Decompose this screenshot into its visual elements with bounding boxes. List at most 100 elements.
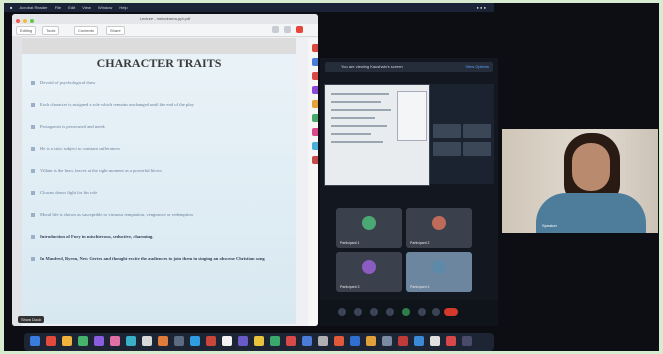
- dock-app-icon[interactable]: [190, 336, 200, 346]
- dock-app-icon[interactable]: [78, 336, 88, 346]
- dock-app-icon[interactable]: [398, 336, 408, 346]
- comment-icon[interactable]: [312, 86, 318, 94]
- mute-icon[interactable]: [338, 308, 346, 316]
- participant-name: Participant 2: [410, 241, 430, 245]
- dock-app-icon[interactable]: [254, 336, 264, 346]
- dock-tooltip: Show Dock: [18, 316, 45, 323]
- edit-pdf-icon[interactable]: [312, 58, 318, 66]
- slide-bullet: Protagonist is persecuted and meek: [30, 124, 292, 129]
- tab-tools[interactable]: Tools: [42, 26, 60, 35]
- slide-bullet: Moral life is shown as susceptible to vi…: [30, 212, 292, 217]
- dock-app-icon[interactable]: [382, 336, 392, 346]
- menu-view[interactable]: View: [82, 5, 91, 10]
- dock-app-icon[interactable]: [206, 336, 216, 346]
- dock-app-icon[interactable]: [270, 336, 280, 346]
- shared-screen-preview: [324, 84, 430, 186]
- video-icon[interactable]: [354, 308, 362, 316]
- slide-bullet: Each character is assigned a role which …: [30, 102, 292, 107]
- app-name[interactable]: Acrobat Reader: [20, 5, 48, 10]
- export-pdf-icon[interactable]: [312, 44, 318, 52]
- participant-tile[interactable]: Participant 2: [406, 208, 472, 248]
- participant-tile[interactable]: Participant 3: [336, 252, 402, 292]
- participant-name: Participant 1: [340, 241, 360, 245]
- menu-help[interactable]: Help: [119, 5, 127, 10]
- menu-window[interactable]: Window: [98, 5, 112, 10]
- mac-dock: [24, 333, 494, 351]
- dock-app-icon[interactable]: [30, 336, 40, 346]
- tab-contents[interactable]: Contents: [74, 26, 99, 35]
- dock-app-icon[interactable]: [334, 336, 344, 346]
- participant-avatar-icon: [432, 260, 446, 274]
- dock-app-icon[interactable]: [158, 336, 168, 346]
- search-icon[interactable]: [272, 26, 279, 33]
- slide-bullet: In Manfred, Byron, New Gertes and though…: [30, 256, 292, 261]
- dock-app-icon[interactable]: [62, 336, 72, 346]
- slide-bullet: Clowns draws fight for his role: [30, 190, 292, 195]
- slide-title: CHARACTER TRAITS: [96, 56, 222, 70]
- create-pdf-icon[interactable]: [312, 72, 318, 80]
- participants-icon[interactable]: [370, 308, 378, 316]
- pdf-title-bar: Lecture - melodrama-ppt.pdf: [12, 14, 318, 24]
- minimize-window-icon[interactable]: [23, 19, 28, 23]
- dock-app-icon[interactable]: [174, 336, 184, 346]
- chat-icon[interactable]: [386, 308, 394, 316]
- dock-app-icon[interactable]: [142, 336, 152, 346]
- dock-app-icon[interactable]: [366, 336, 376, 346]
- maximize-window-icon[interactable]: [30, 19, 35, 23]
- slide-header-band: [22, 38, 296, 54]
- reactions-icon[interactable]: [432, 308, 440, 316]
- share-screen-icon[interactable]: [402, 308, 410, 316]
- dock-app-icon[interactable]: [126, 336, 136, 346]
- participant-avatar-icon: [432, 216, 446, 230]
- dock-app-icon[interactable]: [318, 336, 328, 346]
- close-window-icon[interactable]: [16, 19, 20, 23]
- dock-app-icon[interactable]: [46, 336, 56, 346]
- fill-sign-icon[interactable]: [312, 100, 318, 108]
- participant-name: Participant 4: [410, 285, 430, 289]
- screen-frame: ■ Acrobat Reader File Edit View Window H…: [4, 3, 659, 351]
- shared-overlay-window: [397, 91, 427, 141]
- close-document-icon[interactable]: [296, 26, 303, 33]
- shared-gallery-preview: [430, 84, 494, 184]
- page-thumbnail-strip[interactable]: [12, 36, 22, 326]
- organize-pages-icon[interactable]: [312, 114, 318, 122]
- pdf-toolbar: Editing Tools Contents Share: [12, 24, 318, 37]
- dock-app-icon[interactable]: [94, 336, 104, 346]
- menu-file[interactable]: File: [55, 5, 61, 10]
- participant-name: Participant 3: [340, 285, 360, 289]
- slide-bullet: Devoid of psychological draw: [30, 80, 292, 85]
- participant-video-tile[interactable]: Participant 4: [406, 252, 472, 292]
- screen-share-banner: You are viewing Kaushaln's screen View O…: [325, 62, 493, 72]
- right-tool-rail: [308, 38, 318, 326]
- record-icon[interactable]: [418, 308, 426, 316]
- dock-app-icon[interactable]: [446, 336, 456, 346]
- dock-app-icon[interactable]: [430, 336, 440, 346]
- more-tools-icon[interactable]: [312, 156, 318, 164]
- speaker-camera-view[interactable]: Speaker: [502, 129, 658, 233]
- protect-icon[interactable]: [312, 128, 318, 136]
- slide-bullet: He is a stoic subject to constant suffer…: [30, 146, 292, 151]
- dock-app-icon[interactable]: [302, 336, 312, 346]
- mac-menu-bar: ■ Acrobat Reader File Edit View Window H…: [4, 3, 494, 12]
- tab-editing[interactable]: Editing: [16, 26, 37, 35]
- participant-avatar-icon: [362, 260, 376, 274]
- dock-app-icon[interactable]: [350, 336, 360, 346]
- print-icon[interactable]: [284, 26, 291, 33]
- dock-app-icon[interactable]: [286, 336, 296, 346]
- slide-bullet: Introduction of Fury in mischievous, sed…: [30, 234, 292, 239]
- end-meeting-button[interactable]: [444, 308, 458, 316]
- apple-menu-icon[interactable]: ■: [10, 5, 12, 10]
- pdf-window: Lecture - melodrama-ppt.pdf Editing Tool…: [12, 14, 318, 326]
- participant-tile[interactable]: Participant 1: [336, 208, 402, 248]
- tab-share[interactable]: Share: [106, 26, 125, 35]
- dock-app-icon[interactable]: [222, 336, 232, 346]
- dock-app-icon[interactable]: [414, 336, 424, 346]
- dock-app-icon[interactable]: [462, 336, 472, 346]
- dock-app-icon[interactable]: [110, 336, 120, 346]
- scan-ocr-icon[interactable]: [312, 142, 318, 150]
- dock-app-icon[interactable]: [238, 336, 248, 346]
- menu-edit[interactable]: Edit: [68, 5, 75, 10]
- speaker-face: [572, 143, 610, 191]
- view-options-button[interactable]: View Options: [466, 62, 490, 72]
- status-area: ● ● ●: [476, 5, 486, 10]
